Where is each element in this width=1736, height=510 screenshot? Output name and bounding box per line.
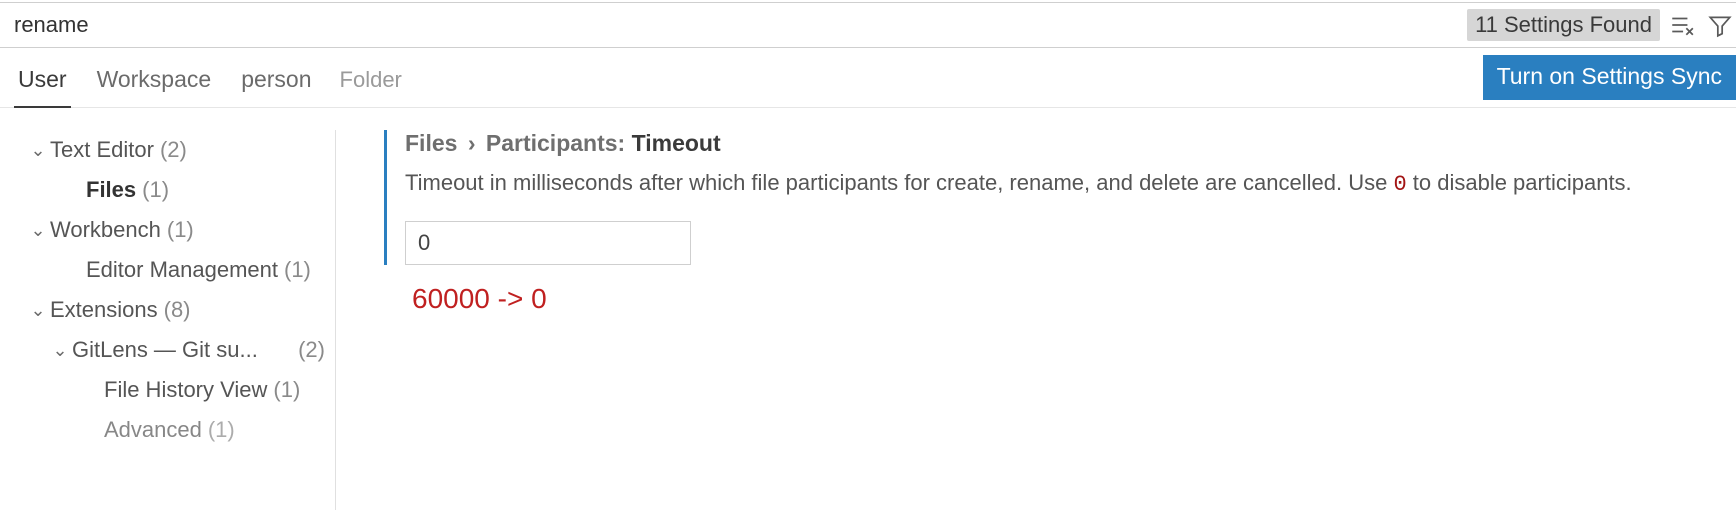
filter-icon[interactable] xyxy=(1706,11,1734,39)
toc-item-text-editor[interactable]: ⌄ Text Editor (2) xyxy=(28,130,325,170)
settings-search-bar: 11 Settings Found xyxy=(0,2,1736,48)
toc-item-advanced[interactable]: Advanced (1) xyxy=(28,410,325,450)
settings-results-count: 11 Settings Found xyxy=(1467,9,1660,41)
scope-tab-person[interactable]: person xyxy=(239,66,313,107)
chevron-down-icon: ⌄ xyxy=(50,340,70,361)
annotation-text: 60000 -> 0 xyxy=(412,283,1716,315)
setting-crumb-category: Files xyxy=(405,130,457,156)
search-actions xyxy=(1668,3,1736,47)
toc-item-workbench[interactable]: ⌄ Workbench (1) xyxy=(28,210,325,250)
chevron-down-icon: ⌄ xyxy=(28,300,48,321)
toc-item-editor-management[interactable]: Editor Management (1) xyxy=(28,250,325,290)
settings-sync-button[interactable]: Turn on Settings Sync xyxy=(1483,55,1736,100)
scope-tab-workspace[interactable]: Workspace xyxy=(95,66,214,107)
chevron-down-icon: ⌄ xyxy=(28,140,48,161)
toc-item-file-history-view[interactable]: File History View (1) xyxy=(28,370,325,410)
toc-item-gitlens[interactable]: ⌄ GitLens — Git su... (2) xyxy=(28,330,325,370)
settings-toc-sidebar: ⌄ Text Editor (2) Files (1) ⌄ Workbench … xyxy=(0,130,336,510)
settings-main: Files › Participants: Timeout Timeout in… xyxy=(336,130,1736,510)
code-literal: 0 xyxy=(1393,172,1406,197)
settings-search-input[interactable] xyxy=(0,3,1467,47)
setting-crumb-section: Participants: xyxy=(486,130,625,156)
setting-description: Timeout in milliseconds after which file… xyxy=(405,167,1716,201)
clear-filter-icon[interactable] xyxy=(1668,11,1696,39)
toc-item-extensions[interactable]: ⌄ Extensions (8) xyxy=(28,290,325,330)
settings-body: ⌄ Text Editor (2) Files (1) ⌄ Workbench … xyxy=(0,108,1736,510)
setting-timeout-input[interactable] xyxy=(405,221,691,265)
setting-files-participants-timeout: Files › Participants: Timeout Timeout in… xyxy=(384,130,1716,265)
scope-tab-user[interactable]: User xyxy=(16,66,69,107)
setting-crumb-name: Timeout xyxy=(632,130,721,156)
settings-scope-row: User Workspace person Folder Turn on Set… xyxy=(0,48,1736,108)
scope-folder-label: Folder xyxy=(340,67,402,107)
scope-tabs: User Workspace person Folder xyxy=(16,66,402,107)
chevron-down-icon: ⌄ xyxy=(28,220,48,241)
setting-title: Files › Participants: Timeout xyxy=(405,130,1716,157)
crumb-separator: › xyxy=(468,130,476,156)
toc-item-files[interactable]: Files (1) xyxy=(28,170,325,210)
